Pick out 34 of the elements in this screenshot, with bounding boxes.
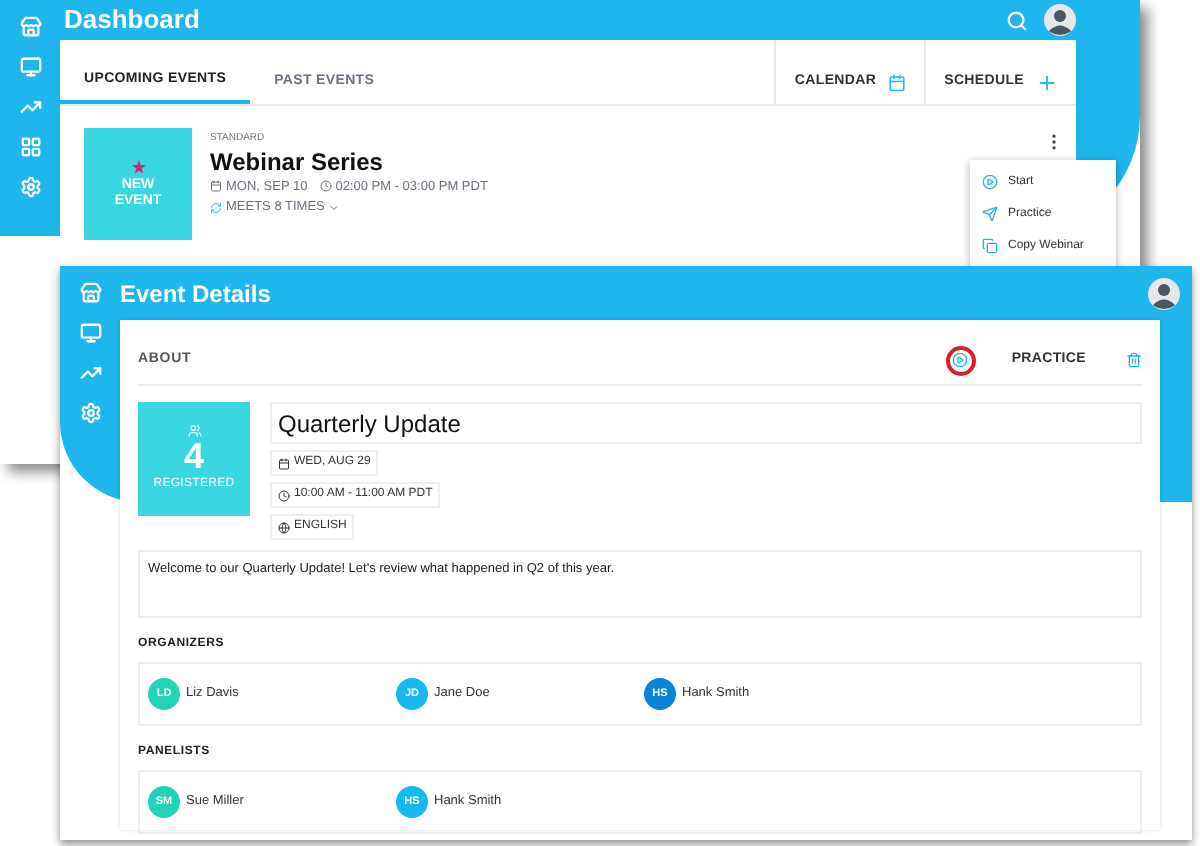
repeat-icon: [210, 202, 222, 215]
star-icon: [131, 159, 145, 173]
calendar-icon: [278, 457, 290, 469]
globe-icon: [278, 521, 290, 533]
delete-icon[interactable]: [1126, 352, 1142, 368]
chart-icon[interactable]: [19, 96, 41, 118]
copy-icon: [982, 238, 998, 254]
settings-icon[interactable]: [79, 402, 101, 424]
window-title: Event Details: [120, 277, 271, 311]
play-icon: [952, 352, 969, 368]
calendar-icon: [888, 73, 907, 91]
grid-icon[interactable]: [19, 136, 41, 158]
window-title: Dashboard: [62, 2, 200, 39]
avatar-icon[interactable]: [1044, 4, 1076, 36]
play-button-highlight[interactable]: [945, 345, 976, 375]
send-icon: [982, 206, 998, 222]
clock-icon: [319, 180, 332, 193]
calendar-icon: [210, 180, 222, 193]
store-icon[interactable]: [19, 16, 41, 38]
chart-icon[interactable]: [79, 362, 101, 384]
play-icon: [982, 174, 998, 190]
clock-icon: [278, 489, 290, 501]
people-icon: [187, 424, 201, 438]
settings-icon[interactable]: [19, 176, 41, 198]
avatar-icon[interactable]: [1148, 277, 1180, 309]
event-title: Webinar Series: [210, 147, 385, 175]
plus-icon: [1036, 71, 1058, 93]
monitor-icon[interactable]: [79, 322, 101, 344]
registered-count: 4: [183, 438, 204, 476]
chevron-icon: [328, 202, 341, 215]
search-icon[interactable]: [1006, 9, 1028, 31]
store-icon[interactable]: [79, 282, 101, 304]
monitor-icon[interactable]: [19, 56, 41, 78]
title-field[interactable]: Quarterly Update: [270, 402, 1142, 444]
